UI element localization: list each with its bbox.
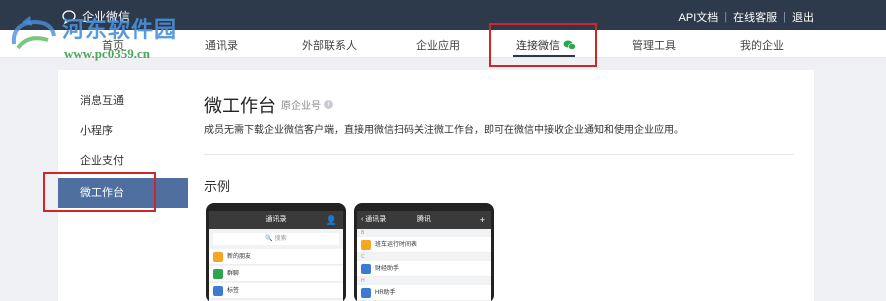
list-item: 新的朋友	[209, 249, 343, 265]
bus-schedule-icon	[361, 240, 371, 250]
list-item-label: 新的朋友	[227, 254, 252, 260]
watermark-logo	[11, 16, 56, 50]
example-phone-contacts: 通讯录 👤 🔍 搜索 新的朋友 群聊 标签	[206, 203, 346, 301]
info-icon[interactable]: i	[324, 100, 333, 109]
list-item-label: 财经助手	[375, 266, 400, 272]
top-links: API文档 | 在线客服 | 退出	[679, 9, 814, 25]
divider	[204, 154, 794, 155]
list-item: HR助手	[357, 285, 491, 301]
page-title: 微工作台	[204, 96, 276, 116]
separator: |	[783, 11, 786, 23]
nav-external-contacts[interactable]: 外部联系人	[302, 37, 357, 53]
tag-icon	[213, 286, 223, 296]
list-item: 财经助手	[357, 261, 491, 277]
phone-screen: 通讯录 👤 🔍 搜索 新的朋友 群聊 标签	[209, 211, 343, 301]
watermark-url: www.pc0359.cn	[64, 46, 150, 61]
list-item: 标签	[209, 283, 343, 299]
watermark-text: 河东软件园	[62, 17, 178, 42]
group-chat-icon	[213, 269, 223, 279]
nav-my-company[interactable]: 我的企业	[740, 37, 784, 53]
example-phone-company: ‹ 通讯录 腾讯 + B 班车运行时间表 C 财经助手 H HR助手	[354, 203, 494, 301]
phone-back: ‹ 通讯录	[361, 216, 387, 223]
sidebar-item-message-sync[interactable]: 消息互通	[58, 86, 188, 116]
title-subtitle-text: 原企业号	[281, 101, 321, 112]
index-letter: B	[361, 230, 365, 236]
new-friends-icon	[213, 252, 223, 262]
index-letter: H	[361, 278, 365, 284]
phone-header-title: 腾讯	[417, 216, 431, 223]
finance-assistant-icon	[361, 264, 371, 274]
phone-search: 🔍 搜索	[213, 233, 339, 245]
page-description: 成员无需下载企业微信客户端，直接用微信扫码关注微工作台，即可在微信中接收企业通知…	[204, 125, 684, 136]
phone-header: ‹ 通讯录 腾讯 +	[357, 211, 491, 229]
list-item-label: 标签	[227, 288, 240, 294]
highlight-box-sidebar	[43, 172, 156, 212]
example-heading: 示例	[204, 179, 231, 194]
list-item: 班车运行时间表	[357, 237, 491, 253]
title-subtitle: 原企业号 i	[281, 97, 333, 112]
main-panel: 微工作台 原企业号 i 成员无需下载企业微信客户端，直接用微信扫码关注微工作台，…	[188, 70, 814, 301]
index-letter: C	[361, 254, 365, 260]
api-docs-link[interactable]: API文档	[679, 9, 719, 25]
phone-header: 通讯录 👤	[209, 211, 343, 229]
highlight-box-nav	[489, 23, 597, 67]
separator: |	[724, 11, 728, 23]
list-item-label: 班车运行时间表	[375, 242, 418, 248]
phone-back-label: 通讯录	[365, 216, 387, 223]
list-item-label: HR助手	[375, 290, 396, 296]
nav-apps[interactable]: 企业应用	[416, 37, 460, 53]
online-support-link[interactable]: 在线客服	[733, 9, 777, 25]
phone-screen: ‹ 通讯录 腾讯 + B 班车运行时间表 C 财经助手 H HR助手	[357, 211, 491, 301]
hr-assistant-icon	[361, 288, 371, 298]
nav-contacts[interactable]: 通讯录	[205, 37, 238, 53]
list-item-label: 群聊	[227, 271, 240, 277]
add-contact-icon: 👤	[325, 215, 337, 225]
phone-search-placeholder: 搜索	[274, 236, 287, 242]
logout-link[interactable]: 退出	[792, 9, 814, 25]
plus-icon: +	[479, 215, 485, 225]
list-item: 群聊	[209, 266, 343, 282]
phone-header-title: 通讯录	[265, 216, 287, 223]
nav-admin-tools[interactable]: 管理工具	[632, 37, 676, 53]
sidebar-item-mini-program[interactable]: 小程序	[58, 116, 188, 146]
